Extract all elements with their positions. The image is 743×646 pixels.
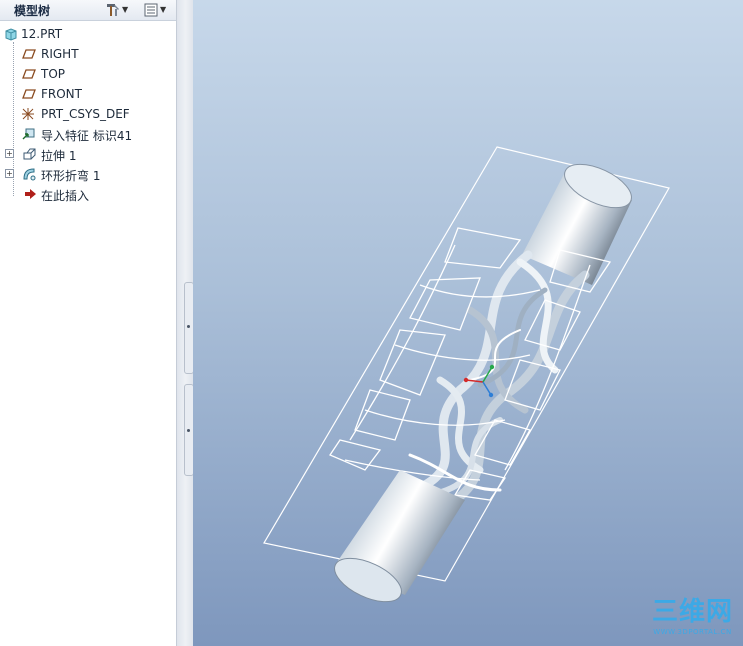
tree-display-button[interactable]: ▼ [144,1,166,18]
model-tree-panel: 模型树 ▼ ▼ 12.PRT RIGHT TOP FRONT PRT_CSYS_… [0,0,177,646]
datum-plane-icon [22,49,36,59]
insert-here-arrow-icon [25,189,36,199]
twisted-lattice [408,250,590,505]
tree-item-label: 导入特征 标识41 [41,129,133,143]
datum-plane-icon [22,89,36,99]
watermark-sub-text: WWW.3DPORTAL.CN [653,628,732,636]
tree-item-right[interactable]: RIGHT [0,44,176,64]
lower-shaft [334,470,465,603]
model-tree-header: 模型树 ▼ ▼ [0,0,176,21]
tree-settings-button[interactable]: ▼ [106,1,128,18]
tree-item-csys[interactable]: PRT_CSYS_DEF [0,104,176,124]
tree-item-top[interactable]: TOP [0,64,176,84]
panel-splitter[interactable] [176,0,194,646]
expand-toggle[interactable]: + [5,149,14,158]
tree-item-label: 拉伸 1 [41,149,77,163]
tree-item-label: TOP [41,67,66,81]
tree-item-front[interactable]: FRONT [0,84,176,104]
extrude-icon [23,148,36,160]
chevron-down-icon: ▼ [122,5,129,14]
chevron-down-icon: ▼ [160,5,167,14]
model-tree-title: 模型树 [14,4,51,18]
datum-plane-icon [22,69,36,79]
grip-dot-icon [187,325,190,328]
tree-item-label: FRONT [41,87,82,101]
watermark-main-text: 三维网 [651,597,733,627]
upper-shaft [522,163,632,285]
tree-item-label: PRT_CSYS_DEF [41,107,130,121]
tree-item-label: 12.PRT [21,27,63,41]
tree-item-part[interactable]: 12.PRT [0,24,176,44]
3d-model-render [263,146,670,603]
tree-item-extrude[interactable]: + 拉伸 1 [0,144,176,164]
part-icon [5,28,17,41]
tree-item-label: 在此插入 [41,189,90,203]
watermark-logo: 三维网 WWW.3DPORTAL.CN [652,591,733,636]
tree-item-label: 环形折弯 1 [41,169,101,183]
grip-dot-icon [187,429,190,432]
hammer-wrench-icon [107,3,119,16]
csys-icon [22,108,34,120]
import-feature-icon [22,128,35,140]
list-icon [144,3,158,16]
graphics-viewport[interactable]: 三维网 WWW.3DPORTAL.CN [193,0,743,646]
toroidal-bend-icon [23,168,36,181]
tree-item-label: RIGHT [41,47,79,61]
expand-toggle[interactable]: + [5,169,14,178]
tree-item-insert-here[interactable]: 在此插入 [0,184,176,204]
tree-item-import-feature[interactable]: 导入特征 标识41 [0,124,176,144]
tree-item-toroidal-bend[interactable]: + 环形折弯 1 [0,164,176,184]
